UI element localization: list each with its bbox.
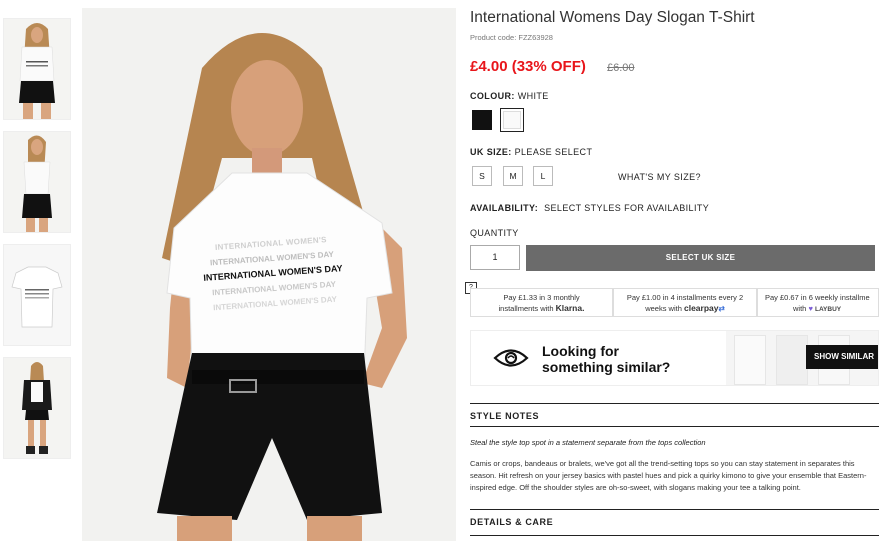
laybuy-heart-icon: ♥	[808, 304, 813, 313]
similar-line-1: Looking for	[542, 343, 619, 359]
availability-value: SELECT STYLES FOR AVAILABILITY	[544, 203, 710, 213]
clearpay-logo: clearpay	[683, 303, 719, 313]
swatch-white-selected[interactable]	[500, 108, 524, 132]
eye-icon	[493, 349, 529, 367]
main-product-image[interactable]: INTERNATIONAL WOMEN'S INTERNATIONAL WOME…	[82, 8, 456, 541]
swatch-white-fill	[503, 111, 521, 129]
quantity-input[interactable]: 1	[470, 245, 520, 270]
style-notes-body: Camis or crops, bandeaus or bralets, we'…	[470, 459, 867, 492]
thumbnail-flat-tee[interactable]	[3, 244, 71, 346]
laybuy-row-2: with ♥ LAYBUY	[765, 303, 878, 315]
laybuy-text-1: Pay £0.67 in 6 weekly installme	[765, 293, 870, 302]
divider	[470, 426, 879, 427]
show-similar-button[interactable]: SHOW SIMILAR	[806, 345, 878, 369]
size-label-row: UK SIZE: PLEASE SELECT	[470, 147, 592, 157]
klarna-row-2: installments with Klarna.	[471, 303, 612, 314]
divider	[470, 535, 879, 536]
tshirt-flat-image	[4, 245, 70, 345]
model-front-image	[4, 19, 70, 119]
clearpay-arrows-icon: ⇄	[718, 304, 725, 313]
thumbnail-full-outfit[interactable]	[3, 357, 71, 459]
clearpay-text-2: weeks with	[645, 304, 682, 313]
size-label: UK SIZE:	[470, 147, 512, 157]
clearpay-row-2: weeks with clearpay⇄	[614, 303, 756, 314]
thumbnail-side[interactable]	[3, 131, 71, 233]
size-guide-link[interactable]: WHAT'S MY SIZE?	[618, 172, 701, 182]
klarna-logo: Klarna.	[555, 303, 585, 313]
laybuy-payment-box[interactable]: Pay £0.67 in 6 weekly installme with ♥ L…	[757, 288, 879, 317]
colour-label: COLOUR:	[470, 91, 515, 101]
divider	[470, 403, 879, 404]
sale-price: £4.00 (33% OFF)	[470, 58, 586, 75]
size-button-l[interactable]: L	[533, 166, 553, 186]
style-notes-tagline: Steal the style top spot in a statement …	[470, 438, 706, 447]
size-value: PLEASE SELECT	[514, 147, 593, 157]
klarna-payment-box[interactable]: Pay £1.33 in 3 monthly installments with…	[470, 288, 613, 317]
thumbnail-strip	[3, 18, 71, 470]
swatch-black[interactable]	[472, 110, 492, 130]
style-notes-heading[interactable]: STYLE NOTES	[470, 411, 539, 421]
model-side-image	[4, 132, 70, 232]
colour-label-row: COLOUR: WHITE	[470, 91, 549, 101]
laybuy-logo: LAYBUY	[814, 306, 842, 313]
similar-thumb	[776, 335, 808, 385]
laybuy-text-2: with	[793, 304, 807, 313]
clearpay-text-1: Pay £1.00 in 4 installments every 2	[626, 293, 744, 302]
similar-heading: Looking for something similar?	[542, 343, 670, 375]
size-button-s[interactable]: S	[472, 166, 492, 186]
select-size-button[interactable]: SELECT UK SIZE	[526, 245, 875, 271]
clearpay-payment-box[interactable]: Pay £1.00 in 4 installments every 2 week…	[613, 288, 757, 317]
klarna-text-2: installments with	[498, 304, 554, 313]
quantity-label: QUANTITY	[470, 228, 519, 238]
similar-items-banner[interactable]: Looking for something similar? SHOW SIMI…	[470, 330, 879, 386]
similar-thumb	[734, 335, 766, 385]
colour-value: WHITE	[517, 91, 549, 101]
original-price: £6.00	[607, 62, 635, 74]
availability-label: AVAILABILITY:	[470, 203, 539, 213]
details-care-heading[interactable]: DETAILS & CARE	[470, 517, 553, 527]
product-code: Product code: FZZ63928	[470, 33, 553, 42]
product-title: International Womens Day Slogan T-Shirt	[470, 9, 755, 26]
divider	[470, 509, 879, 510]
availability-row: AVAILABILITY: SELECT STYLES FOR AVAILABI…	[470, 203, 709, 213]
thumbnail-front[interactable]	[3, 18, 71, 120]
tshirt-print: INTERNATIONAL WOMEN'S INTERNATIONAL WOME…	[186, 230, 361, 317]
model-outfit-image	[4, 358, 70, 458]
similar-line-2: something similar?	[542, 359, 671, 375]
klarna-text-1: Pay £1.33 in 3 monthly	[503, 293, 580, 302]
size-button-m[interactable]: M	[503, 166, 523, 186]
